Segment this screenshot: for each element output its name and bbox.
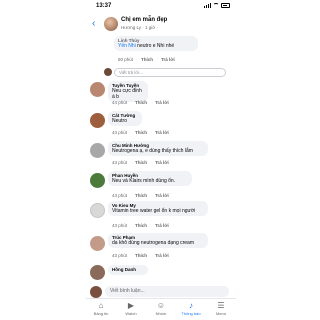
battery-icon: [221, 3, 230, 8]
like-button[interactable]: Thích: [135, 100, 147, 105]
reply-bubble: Linh Thùy Yến Nhi neutro e Nhi nhé: [114, 36, 198, 51]
like-button[interactable]: Thích: [135, 223, 147, 228]
comment-meta: 43 phút Thích Trả lời: [112, 160, 169, 165]
avatar: [104, 68, 112, 76]
comment-bubble: Phan Huyền Neu và Klairs mình dùng ổn.: [108, 171, 192, 186]
back-arrow-icon[interactable]: ‹: [92, 18, 95, 29]
groups-icon: ☺: [156, 301, 166, 310]
post-header: ‹ Chị em mẫn đẹp Hương Ly · 1 giờ ·: [86, 14, 236, 36]
tab-notifications[interactable]: ♪ Thông báo: [176, 299, 206, 320]
reply-text: Yến Nhi neutro e Nhi nhé: [118, 43, 175, 49]
reply-button[interactable]: Trả lời: [155, 100, 169, 105]
comment-author[interactable]: Hồng Danh: [112, 267, 144, 272]
avatar[interactable]: [90, 82, 105, 97]
menu-icon: ☰: [217, 301, 225, 310]
comment-bubble: Hồng Danh: [108, 265, 148, 275]
tab-groups[interactable]: ☺ Nhóm: [146, 299, 176, 320]
comment-text: Neu cực đỉnh á b: [112, 88, 142, 100]
status-bar: 13:37: [86, 0, 236, 12]
post-subtitle: Hương Ly · 1 giờ ·: [121, 25, 159, 30]
system-icons: [204, 3, 230, 8]
comment-text: Neutrogena ạ, e dùng thấy thích lắm: [112, 148, 193, 154]
comment-bubble: Vo Kieu My Vitamin tree water gel ổn k m…: [108, 201, 208, 216]
comment-text: Neu và Klairs mình dùng ổn.: [112, 178, 176, 184]
avatar: [90, 286, 102, 298]
avatar[interactable]: [90, 236, 105, 251]
group-title[interactable]: Chị em mẫn đẹp: [121, 17, 167, 23]
home-icon: ⌂: [98, 301, 104, 310]
avatar[interactable]: [90, 173, 105, 188]
reply-button[interactable]: Trả lời: [155, 193, 169, 198]
bell-icon: ♪: [189, 301, 193, 310]
comment-input[interactable]: Viết bình luận...: [105, 286, 229, 297]
like-button[interactable]: Thích: [141, 57, 153, 62]
comment-meta: 43 phút Thích Trả lời: [112, 223, 169, 228]
reply-button[interactable]: Trả lời: [155, 160, 169, 165]
reply-button[interactable]: Trả lời: [155, 223, 169, 228]
group-avatar[interactable]: [104, 17, 118, 31]
status-time: 13:37: [96, 3, 112, 9]
reply-button[interactable]: Trả lời: [155, 130, 169, 135]
comment-meta: 43 phút Thích Trả lời: [112, 130, 169, 135]
comment-bubble: Chu Minh Hường Neutrogena ạ, e dùng thấy…: [108, 141, 208, 156]
avatar[interactable]: [90, 265, 105, 280]
comment-text: da khô dùng neutrogena dạng cream: [112, 240, 195, 246]
avatar[interactable]: [90, 113, 105, 128]
comment-meta: 43 phút Thích Trả lời: [112, 193, 169, 198]
like-button[interactable]: Thích: [135, 193, 147, 198]
comment-bubble: Cát Tường Neutro: [108, 111, 142, 126]
tab-menu[interactable]: ☰ Menu: [206, 299, 236, 320]
avatar[interactable]: [90, 143, 105, 158]
comment-meta: 43 phút Thích Trả lời: [112, 253, 169, 258]
comment-meta: 44 phút Thích Trả lời: [112, 100, 169, 105]
comment-bubble: Trúc Phạm da khô dùng neutrogena dạng cr…: [108, 233, 208, 248]
tab-home[interactable]: ⌂ Bảng tin: [86, 299, 116, 320]
mention-link[interactable]: Yến Nhi: [118, 43, 136, 49]
wifi-icon: [213, 3, 219, 8]
tab-watch[interactable]: ▶ Watch: [116, 299, 146, 320]
comment-text: Vitamin tree water gel ổn k mọi người: [112, 208, 196, 214]
like-button[interactable]: Thích: [135, 253, 147, 258]
reply-button[interactable]: Trả lời: [161, 57, 175, 62]
comment-text: Neutro: [112, 118, 128, 124]
like-button[interactable]: Thích: [135, 130, 147, 135]
avatar[interactable]: [90, 203, 105, 218]
watch-icon: ▶: [127, 301, 135, 310]
reply-button[interactable]: Trả lời: [155, 253, 169, 258]
bottom-tab-bar: ⌂ Bảng tin ▶ Watch ☺ Nhóm ♪ Thông báo ☰ …: [86, 298, 236, 320]
comment-bubble: Tuyền Tuyền Neu cực đỉnh á b: [108, 81, 148, 102]
reply-meta: 50 phút Thích Trả lời: [118, 57, 175, 62]
signal-icon: [204, 3, 211, 8]
like-button[interactable]: Thích: [135, 160, 147, 165]
reply-input[interactable]: Viết trả lời...: [114, 68, 226, 77]
facebook-phone-screen: 13:37 ‹ Chị em mẫn đẹp Hương Ly · 1 giờ …: [86, 0, 236, 320]
